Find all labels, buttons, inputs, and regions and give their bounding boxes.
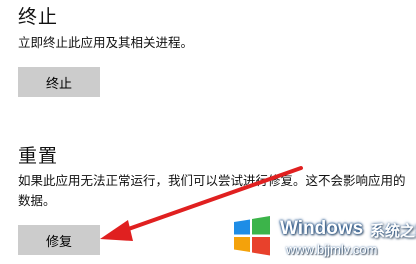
terminate-description: 立即终止此应用及其相关进程。 [18, 35, 194, 50]
terminate-button[interactable]: 终止 [18, 67, 100, 97]
reset-heading: 重置 [18, 145, 59, 167]
arrow-head [100, 220, 133, 241]
windows-logo-icon [234, 216, 270, 256]
watermark: Windows 系统之家 www.bjjmlv.com [222, 208, 416, 264]
watermark-cn-text: 系统之家 [370, 222, 416, 240]
reset-description: 如果此应用无法正常运行，我们可以尝试进行修复。这不会影响应用的数据。 [18, 173, 406, 208]
watermark-brand: Windows [280, 218, 364, 239]
terminate-heading: 终止 [18, 6, 59, 28]
repair-button[interactable]: 修复 [18, 225, 100, 255]
watermark-url: www.bjjmlv.com [286, 242, 378, 257]
